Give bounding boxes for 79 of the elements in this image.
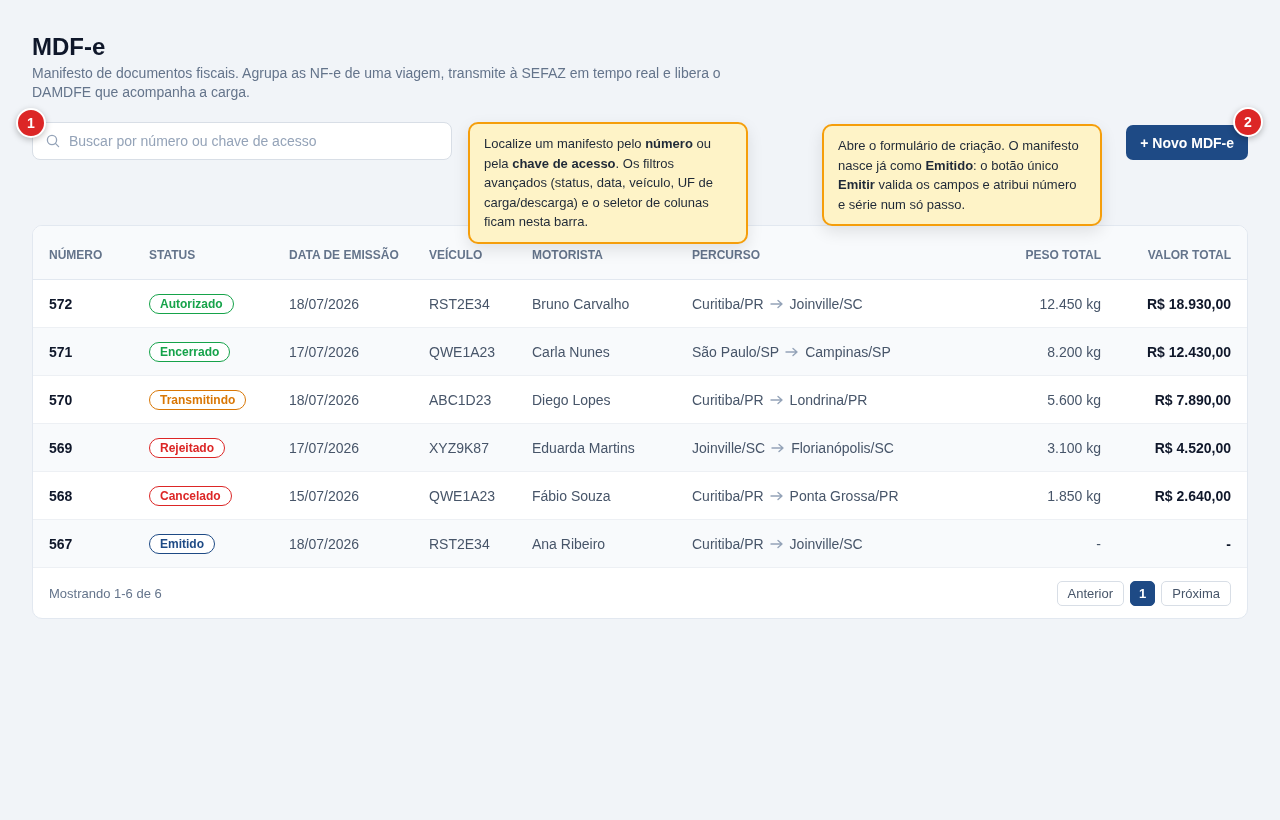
table-cell-text: 571 — [49, 343, 74, 360]
table-cell: 3.100 kg — [1047, 439, 1101, 456]
table-cell: - — [1226, 535, 1231, 552]
search-icon — [46, 134, 60, 148]
page-title: MDF-e — [32, 32, 107, 62]
route-destination: Campinas/SP — [805, 343, 891, 360]
arrow-icon — [785, 346, 800, 357]
arrow-icon — [769, 394, 784, 405]
table-cell-text: 17/07/2026 — [289, 439, 361, 456]
column-header: VEÍCULO — [429, 248, 484, 263]
table-cell: 1.850 kg — [1047, 487, 1101, 504]
status-badge: Cancelado — [149, 485, 232, 506]
table-cell: R$ 18.930,00 — [1146, 295, 1231, 312]
table-cell-text: 18/07/2026 — [289, 535, 361, 552]
table-cell-text: Fábio Souza — [532, 487, 612, 504]
table-cell-text: RST2E34 — [429, 295, 491, 312]
table-cell: R$ 7.890,00 — [1154, 391, 1231, 408]
status-badge: Rejeitado — [149, 437, 225, 458]
table-cell-text: 567 — [49, 535, 74, 552]
table-cell-text: Eduarda Martins — [532, 439, 636, 456]
route-origin: Curitiba/PR — [692, 487, 764, 504]
table-cell: R$ 4.520,00 — [1154, 439, 1231, 456]
column-header: MOTORISTA — [532, 248, 604, 263]
column-header: NÚMERO — [49, 248, 104, 263]
table-cell: - — [1096, 535, 1101, 552]
route-origin: Curitiba/PR — [692, 295, 764, 312]
route-destination: Joinville/SC — [789, 295, 863, 312]
page-button[interactable]: 1 — [1130, 580, 1156, 606]
route-origin: Curitiba/PR — [692, 391, 764, 408]
arrow-icon — [769, 538, 784, 549]
tooltip: Abre o formulário de criação. O manifesto nasce já como Emitido: o botão único Emitir valida os campos e atribui número e série num só passo. — [822, 124, 1102, 226]
route-origin: São Paulo/SP — [692, 343, 780, 360]
table-cell: R$ 2.640,00 — [1154, 487, 1231, 504]
status-badge: Encerrado — [149, 341, 231, 362]
column-header: STATUS — [149, 248, 197, 263]
column-header: PERCURSO — [692, 248, 761, 263]
page-description: Manifesto de documentos fiscais. Agrupa as NF-e de uma viagem, transmite à SEFAZ em tempo real e libera o DAMDFE que acompanha a carga. — [32, 64, 722, 102]
pagination-button[interactable]: Anterior — [1056, 580, 1125, 606]
status-badge: Emitido — [149, 533, 215, 554]
arrow-icon — [769, 298, 784, 309]
table-cell-text: QWE1A23 — [429, 487, 497, 504]
arrow-icon — [771, 442, 786, 453]
column-header: PESO TOTAL — [1025, 248, 1101, 263]
route-destination: Florianópolis/SC — [791, 439, 894, 456]
table-cell-text: Ana Ribeiro — [532, 535, 607, 552]
step-marker: 2 — [1233, 107, 1263, 137]
route-destination: Joinville/SC — [789, 535, 863, 552]
tooltip: Localize um manifesto pelo número ou pela chave de acesso. Os filtros avançados (status, data, veículo, UF de carga/descarga) e o seletor de colunas ficam nesta barra. — [468, 122, 748, 244]
status-badge: Transmitindo — [149, 389, 247, 410]
table-cell-text: 17/07/2026 — [289, 343, 361, 360]
table-cell-text: 18/07/2026 — [289, 295, 361, 312]
results-summary: Mostrando 1-6 de 6 — [49, 585, 162, 601]
status-badge: Autorizado — [149, 293, 234, 314]
step-marker: 1 — [16, 108, 46, 138]
column-header: VALOR TOTAL — [1147, 248, 1231, 263]
table-cell-text: ABC1D23 — [429, 391, 493, 408]
column-header: DATA DE EMISSÃO — [289, 248, 400, 263]
table-cell-text: 15/07/2026 — [289, 487, 361, 504]
table-cell-text: QWE1A23 — [429, 343, 497, 360]
route-destination: Londrina/PR — [789, 391, 868, 408]
table-cell-text: Carla Nunes — [532, 343, 611, 360]
table-cell-text: 18/07/2026 — [289, 391, 361, 408]
table-cell: 8.200 kg — [1047, 343, 1101, 360]
table-cell-text: Diego Lopes — [532, 391, 612, 408]
table-cell-text: RST2E34 — [429, 535, 491, 552]
arrow-icon — [769, 490, 784, 501]
table-cell-text: XYZ9K87 — [429, 439, 490, 456]
route-origin: Curitiba/PR — [692, 535, 764, 552]
route-origin: Joinville/SC — [692, 439, 766, 456]
table-cell-text: 572 — [49, 295, 74, 312]
route-destination: Ponta Grossa/PR — [789, 487, 899, 504]
table-cell: 12.450 kg — [1039, 295, 1101, 312]
table-cell-text: 570 — [49, 391, 74, 408]
table-cell-text: 569 — [49, 439, 74, 456]
table-cell: R$ 12.430,00 — [1146, 343, 1231, 360]
pagination-button[interactable]: Próxima — [1161, 580, 1231, 606]
table-cell: 5.600 kg — [1047, 391, 1101, 408]
table-cell-text: 568 — [49, 487, 74, 504]
table-cell-text: Bruno Carvalho — [532, 295, 631, 312]
